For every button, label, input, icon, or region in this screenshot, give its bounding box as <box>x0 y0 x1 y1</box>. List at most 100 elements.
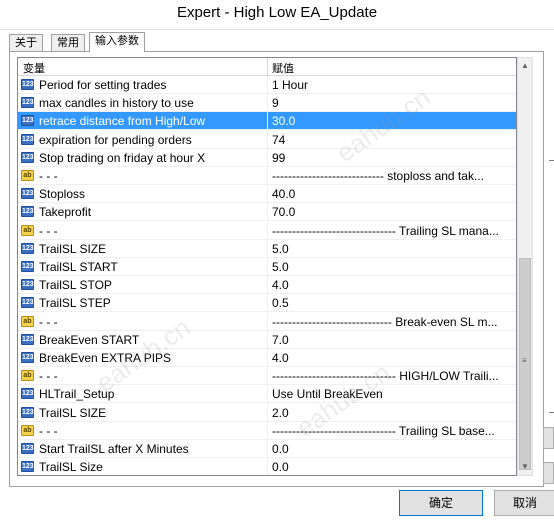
text-icon: ab <box>21 224 34 236</box>
table-row[interactable]: 123 TrailSL STOP 4.0 <box>18 276 516 295</box>
cell-divider <box>267 349 268 367</box>
cell-divider <box>267 458 268 475</box>
variable-name: BreakEven EXTRA PIPS <box>39 351 172 365</box>
table-row[interactable]: 123 Start TrailSL after X Minutes 0.0 <box>18 440 516 458</box>
variable-name: BreakEven START <box>39 332 140 347</box>
variable-name: TrailSL START <box>39 260 118 274</box>
text-icon: ab <box>21 315 34 327</box>
table-row[interactable]: 123 max candles in history to use 9 <box>18 94 516 113</box>
table-row[interactable]: 123 Takeprofit 70.0 <box>18 203 516 222</box>
table-row[interactable]: 123 TrailSL SIZE 2.0 <box>18 403 516 422</box>
cell-divider <box>267 330 268 349</box>
num-icon: 123 <box>21 115 34 127</box>
variable-value[interactable]: 40.0 <box>272 187 295 201</box>
table-row[interactable]: 123 TrailSL Size 0.0 <box>18 458 516 475</box>
variable-value[interactable]: 7.0 <box>272 333 289 347</box>
table-header: 变量 赋值 <box>18 58 516 76</box>
cell-divider <box>267 367 268 386</box>
table-row[interactable]: ab - - - ------------------------------- T… <box>18 221 516 240</box>
variable-name: TrailSL STOP <box>39 278 112 293</box>
ok-button[interactable]: 确定 <box>399 490 483 516</box>
variable-value[interactable]: ------------------------------- Trailing… <box>272 424 495 438</box>
table-row[interactable]: 123 TrailSL STEP 0.5 <box>18 294 516 313</box>
variable-value[interactable]: 5.0 <box>272 260 289 274</box>
variable-name: expiration for pending orders <box>39 132 192 147</box>
tab-common[interactable]: 常用 <box>51 34 85 51</box>
num-icon: 123 <box>21 97 34 109</box>
num-icon: 123 <box>21 261 34 272</box>
variable-value[interactable]: 1 Hour <box>272 78 308 92</box>
variable-name: TrailSL SIZE <box>39 241 107 256</box>
variable-value[interactable]: 70.0 <box>272 205 295 219</box>
table-row[interactable]: 123 BreakEven START 7.0 <box>18 330 516 349</box>
table-row[interactable]: 123 TrailSL SIZE 5.0 <box>18 239 516 258</box>
grip-icon: ≡ <box>522 356 527 365</box>
table-row[interactable]: ab - - - ---------------------------- stop… <box>18 167 516 185</box>
column-header-value[interactable]: 赋值 <box>272 60 294 76</box>
num-icon: 123 <box>21 151 34 163</box>
num-icon: 123 <box>21 333 34 345</box>
column-divider[interactable] <box>267 58 268 75</box>
scroll-up-icon[interactable]: ▲ <box>518 58 532 74</box>
variable-name: TrailSL STEP <box>39 296 111 311</box>
cell-divider <box>267 440 268 458</box>
variable-value[interactable]: 74 <box>272 133 285 147</box>
side-button[interactable] <box>543 427 554 449</box>
variable-name: TrailSL SIZE <box>39 405 107 420</box>
num-icon: 123 <box>21 352 34 363</box>
variable-name: Takeprofit <box>39 205 92 220</box>
column-header-variable[interactable]: 变量 <box>23 60 45 76</box>
tab-inputs[interactable]: 输入参数 <box>89 32 145 52</box>
title-bar[interactable]: Expert - High Low EA_Update <box>0 0 554 30</box>
side-button[interactable] <box>543 462 554 484</box>
variable-value[interactable]: Use Until BreakEven <box>272 387 383 401</box>
cancel-button[interactable]: 取消 <box>494 490 554 516</box>
variable-name: - - - <box>39 369 58 384</box>
variable-value[interactable]: 0.0 <box>272 442 289 456</box>
table-row[interactable]: 123 Stoploss 40.0 <box>18 185 516 204</box>
table-row[interactable]: ab - - - ------------------------------ Br… <box>18 312 516 331</box>
variable-value[interactable]: ------------------------------- Trailing… <box>272 224 499 238</box>
side-dot <box>549 160 554 161</box>
cell-divider <box>267 276 268 295</box>
variable-value[interactable]: 0.5 <box>272 296 289 310</box>
variable-value[interactable]: 9 <box>272 96 279 110</box>
window-title: Expert - High Low EA_Update <box>176 4 378 21</box>
table-row[interactable]: 123 TrailSL START 5.0 <box>18 258 516 276</box>
num-icon: 123 <box>21 188 34 200</box>
tab-about[interactable]: 关于 <box>9 34 43 51</box>
table-row[interactable]: 123 HLTrail_Setup Use Until BreakEven <box>18 385 516 404</box>
num-icon: 123 <box>21 297 34 309</box>
variable-value[interactable]: 2.0 <box>272 406 289 420</box>
variable-value[interactable]: 99 <box>272 151 285 165</box>
table-row[interactable]: 123 retrace distance from High/Low 30.0 <box>18 112 516 131</box>
table-row[interactable]: 123 BreakEven EXTRA PIPS 4.0 <box>18 349 516 367</box>
num-icon: 123 <box>21 242 34 254</box>
table-row[interactable]: ab - - - ------------------------------- T… <box>18 421 516 440</box>
title-separator <box>0 29 554 30</box>
scroll-thumb[interactable]: ≡ <box>519 258 531 470</box>
variable-name: Start TrailSL after X Minutes <box>39 442 189 456</box>
variable-name: max candles in history to use <box>39 96 194 111</box>
variable-value[interactable]: ------------------------------- HIGH/LOW… <box>272 369 499 383</box>
vertical-scrollbar[interactable]: ▲ ≡ ▼ <box>517 57 533 476</box>
table-row[interactable]: 123 expiration for pending orders 74 <box>18 130 516 149</box>
variable-value[interactable]: 4.0 <box>272 278 289 292</box>
cell-divider <box>267 203 268 222</box>
variable-value[interactable]: 4.0 <box>272 351 289 365</box>
cell-divider <box>267 312 268 331</box>
table-row[interactable]: ab - - - ------------------------------- H… <box>18 367 516 386</box>
table-row[interactable]: 123 Period for setting trades 1 Hour <box>18 76 516 94</box>
variable-name: - - - <box>39 423 58 438</box>
cell-divider <box>267 221 268 240</box>
variable-value[interactable]: 5.0 <box>272 242 289 256</box>
text-icon: ab <box>21 424 34 436</box>
cell-divider <box>267 258 268 276</box>
variable-value[interactable]: ---------------------------- stoploss an… <box>272 169 484 183</box>
variable-value[interactable]: 0.0 <box>272 460 289 474</box>
inputs-table: 变量 赋值 123 Period for setting trades 1 Hour… <box>17 57 517 476</box>
variable-value[interactable]: 30.0 <box>272 114 295 128</box>
table-row[interactable]: 123 Stop trading on friday at hour X 99 <box>18 148 516 167</box>
variable-value[interactable]: ------------------------------ Break-eve… <box>272 315 497 329</box>
scroll-down-icon[interactable]: ▼ <box>518 459 532 475</box>
